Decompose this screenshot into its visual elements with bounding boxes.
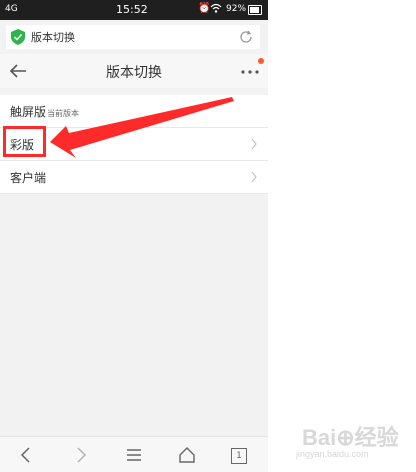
watermark-url: jingyan.baidu.com	[296, 449, 369, 459]
forward-nav-icon[interactable]	[72, 446, 90, 464]
more-options-icon[interactable]	[240, 60, 260, 80]
chevron-right-icon	[251, 138, 257, 150]
status-time: 15:52	[116, 3, 148, 16]
address-title: 版本切换	[31, 31, 75, 44]
page-header: 版本切换	[0, 54, 268, 88]
alarm-icon: ⏰	[198, 3, 211, 14]
address-bar: 版本切换	[0, 20, 268, 54]
item-label: 触屏版	[10, 105, 47, 119]
browser-toolbar: 1	[0, 436, 268, 472]
chevron-right-icon	[251, 171, 257, 183]
battery-icon	[248, 5, 262, 15]
wifi-icon	[210, 3, 222, 13]
reload-icon[interactable]	[238, 29, 254, 45]
shield-check-icon	[11, 29, 25, 45]
phone-screen: 4G 15:52 ⏰ 92% 版本切换 版本切换 触屏版当前版本 彩版 客户端 …	[0, 0, 268, 472]
item-label: 客户端	[10, 171, 47, 185]
current-version-tag: 当前版本	[47, 109, 80, 118]
network-indicator: 4G	[5, 4, 18, 14]
watermark-logo: Bai⊕经验	[302, 425, 399, 450]
page-title: 版本切换	[106, 65, 162, 81]
address-field[interactable]: 版本切换	[6, 25, 260, 49]
annotation-highlight-box	[3, 126, 46, 157]
battery-percent: 92%	[226, 4, 247, 14]
tabs-count-button[interactable]: 1	[231, 448, 247, 464]
list-item-touch[interactable]: 触屏版当前版本	[0, 95, 268, 128]
menu-icon[interactable]	[125, 446, 143, 464]
list-item-client[interactable]: 客户端	[0, 161, 268, 194]
back-nav-icon[interactable]	[17, 446, 35, 464]
status-bar: 4G 15:52 ⏰ 92%	[0, 0, 268, 20]
home-icon[interactable]	[178, 446, 196, 464]
notification-dot	[258, 58, 264, 64]
